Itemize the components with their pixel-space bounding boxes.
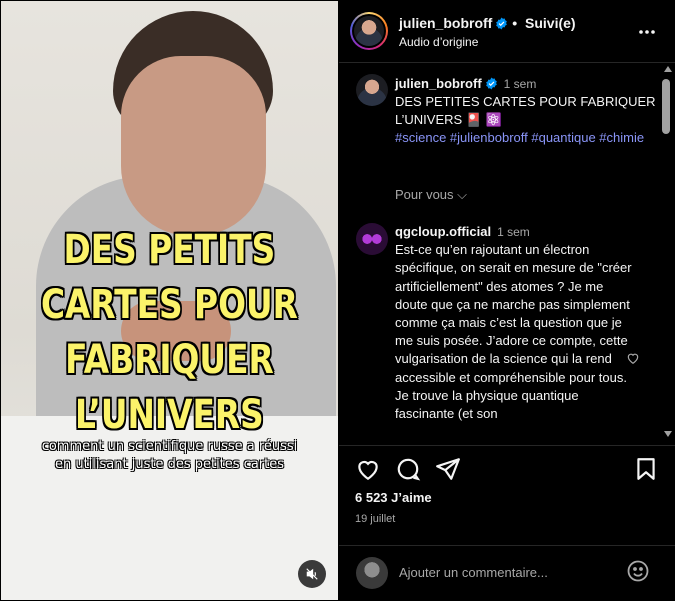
post-header: julien_bobroff • Suivi(e) Audio d’origin… [339,0,675,62]
author-avatar [354,16,384,46]
video-person-face [121,56,266,236]
comment-username[interactable]: qgcloup.official [395,224,491,239]
post-details-panel: julien_bobroff • Suivi(e) Audio d’origin… [339,0,675,601]
mute-button[interactable] [298,560,326,588]
more-options-button[interactable] [635,20,659,44]
follow-status-button[interactable]: Suivi(e) [525,15,576,31]
author-avatar-story-ring[interactable] [350,12,388,50]
comment-bubble-icon[interactable] [395,456,421,482]
for-you-dropdown[interactable]: Pour vous ⌵ [395,187,467,203]
comment-text: Est-ce qu’en rajoutant un électron spéci… [395,242,632,422]
save-bookmark-icon[interactable] [633,456,659,482]
video-title-line: CARTES POUR [40,282,298,328]
video-subtitle-line: comment un scientifique russe a réussi [41,439,298,454]
likes-count[interactable]: 6 523 J’aime [355,490,432,505]
add-comment-bar [339,546,675,601]
scroll-down-arrow-icon[interactable] [664,431,672,437]
verified-badge-icon [496,17,508,30]
video-title-line: L’UNIVERS [75,392,264,438]
post-caption: julien_bobroff 1 sem DES PETITES CARTES P… [395,75,657,147]
comments-section[interactable]: julien_bobroff 1 sem DES PETITES CARTES P… [339,63,675,445]
header-username[interactable]: julien_bobroff [399,15,492,31]
comment-time: 1 sem [497,225,530,239]
video-title-overlay: DES PETITS CARTES POUR FABRIQUER L’UNIVE… [31,223,307,443]
video-title-line: DES PETITS [63,227,276,273]
post-date[interactable]: 19 juillet [355,513,395,525]
header-separator: • [512,15,518,31]
scroll-up-arrow-icon[interactable] [664,66,672,72]
emoji-smiley-icon[interactable] [626,559,650,583]
current-user-avatar [356,557,388,589]
more-options-icon [639,30,655,34]
commenter-avatar[interactable] [356,223,388,255]
comment-input[interactable] [399,560,619,584]
like-heart-icon[interactable] [355,456,381,482]
header-user-line: julien_bobroff • Suivi(e) [399,15,576,31]
verified-badge-icon [485,77,497,90]
video-subtitle-overlay: comment un scientifique russe a réussi e… [1,438,338,474]
caption-hashtags[interactable]: #science #julienbobroff #quantique #chim… [395,129,657,147]
comment-item: qgcloup.official 1 sem Est-ce qu’en rajou… [395,223,635,423]
caption-text: DES PETITES CARTES POUR FABRIQUER L’UNIV… [395,94,656,127]
post-actions: 6 523 J’aime 19 juillet [339,446,675,546]
caption-time: 1 sem [503,77,537,91]
original-audio-link[interactable]: Audio d’origine [399,35,478,49]
video-title-line: FABRIQUER [65,337,274,383]
muted-speaker-icon [306,568,318,580]
comment-like-heart-icon[interactable] [626,351,640,365]
caption-username[interactable]: julien_bobroff [395,76,482,91]
share-send-icon[interactable] [435,456,461,482]
scrollbar-thumb[interactable] [662,79,670,134]
caption-author-avatar[interactable] [356,74,388,106]
reel-video[interactable]: DES PETITS CARTES POUR FABRIQUER L’UNIVE… [1,1,338,600]
video-subtitle-line: en utilisant juste des petites cartes [54,457,285,472]
